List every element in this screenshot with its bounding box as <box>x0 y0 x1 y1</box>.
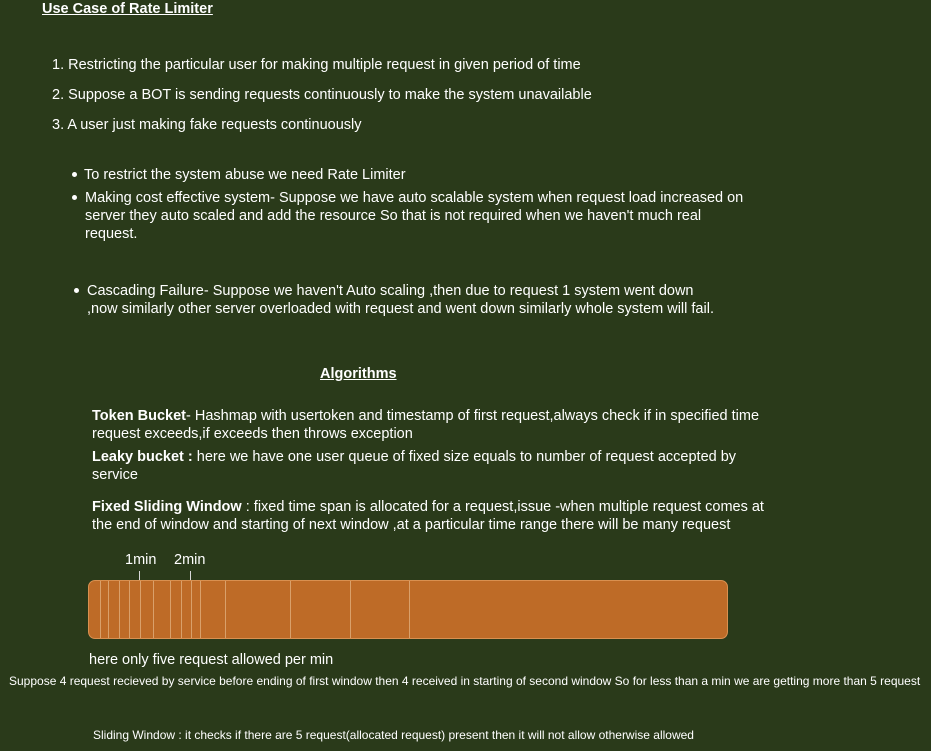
algorithm-name: Leaky bucket : <box>92 449 193 465</box>
bullet-dot <box>72 172 77 177</box>
algorithm-description: - Hashmap with usertoken and timestamp o… <box>92 408 760 442</box>
request-line <box>119 581 120 638</box>
request-line <box>129 581 130 638</box>
page-title: Use Case of Rate Limiter <box>42 1 213 17</box>
use-case-item-2: 2. Suppose a BOT is sending requests con… <box>52 87 592 103</box>
sliding-window-note: Sliding Window : it checks if there are … <box>93 728 694 742</box>
algorithm-fixed-sliding-window: Fixed Sliding Window : fixed time span i… <box>92 498 772 534</box>
request-line <box>108 581 109 638</box>
use-case-item-1: 1. Restricting the particular user for m… <box>52 57 581 73</box>
tick-label-1min: 1min <box>125 552 157 568</box>
request-line <box>225 581 226 638</box>
algorithm-name: Fixed Sliding Window <box>92 499 242 515</box>
request-line <box>140 581 141 638</box>
use-case-item-3: 3. A user just making fake requests cont… <box>52 117 362 133</box>
bullet-dot <box>74 288 79 293</box>
algorithm-token-bucket: Token Bucket- Hashmap with usertoken and… <box>92 407 772 443</box>
algorithm-leaky-bucket: Leaky bucket : here we have one user que… <box>92 448 772 484</box>
algorithm-name: Token Bucket <box>92 408 187 424</box>
bullet-cascading-line-1: Cascading Failure- Suppose we haven't Au… <box>87 283 694 299</box>
window-boundary-line <box>153 581 154 638</box>
bullet-rate-limiter-need: To restrict the system abuse we need Rat… <box>84 167 406 183</box>
bullet-cost-effective-line-2: server they auto scaled and add the reso… <box>85 208 702 224</box>
bullet-cascading-line-2: ,now similarly other server overloaded w… <box>87 301 714 317</box>
request-line <box>350 581 351 638</box>
request-line <box>290 581 291 638</box>
request-line <box>100 581 101 638</box>
algorithms-heading: Algorithms <box>320 366 397 382</box>
request-line <box>181 581 182 638</box>
bullet-cost-effective-line-3: request. <box>85 226 138 242</box>
request-line <box>191 581 192 638</box>
bullet-cost-effective-line-1: Making cost effective system- Suppose we… <box>85 190 744 206</box>
request-line <box>409 581 410 638</box>
request-line <box>200 581 201 638</box>
request-timeline-bar <box>88 580 728 639</box>
allowed-per-min-note: here only five request allowed per min <box>89 652 334 668</box>
bullet-dot <box>72 195 77 200</box>
window-edge-example-note: Suppose 4 request recieved by service be… <box>9 674 921 688</box>
tick-label-2min: 2min <box>174 552 206 568</box>
request-line <box>170 581 171 638</box>
